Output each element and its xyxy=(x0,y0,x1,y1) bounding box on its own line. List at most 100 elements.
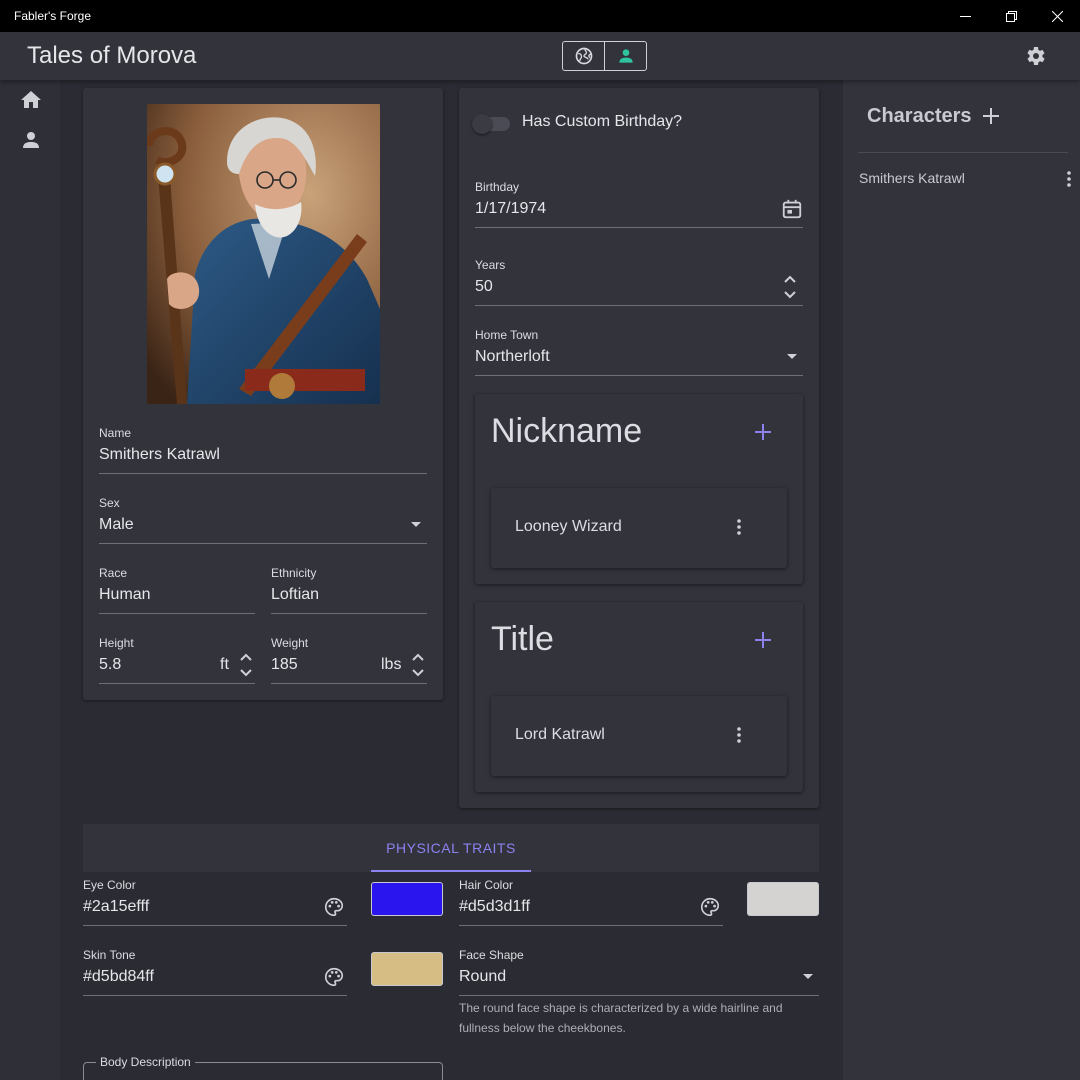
field-underline xyxy=(99,613,255,614)
field-underline xyxy=(99,543,427,544)
sex-label: Sex xyxy=(99,496,120,510)
field-underline xyxy=(475,227,803,228)
more-vert-icon[interactable] xyxy=(729,725,749,745)
face-shape-select[interactable]: Face Shape Round xyxy=(459,948,819,996)
field-underline xyxy=(475,375,803,376)
sidebar-divider xyxy=(858,152,1068,153)
hometown-value: Northerloft xyxy=(475,348,550,365)
window-titlebar: Fabler's Forge xyxy=(0,0,1080,32)
height-unit: ft xyxy=(220,656,229,673)
birthday-field[interactable]: Birthday 1/17/1974 xyxy=(475,180,803,228)
race-value: Human xyxy=(99,586,151,603)
switch-thumb xyxy=(472,114,492,134)
birthday-label: Birthday xyxy=(475,180,520,194)
dropdown-arrow-icon xyxy=(787,354,797,359)
person-icon xyxy=(618,49,633,63)
close-button[interactable] xyxy=(1034,0,1080,32)
tab-physical-traits[interactable]: PHYSICAL TRAITS xyxy=(371,824,531,872)
name-label: Name xyxy=(99,426,132,440)
weight-field[interactable]: Weight 185 lbs xyxy=(271,636,427,684)
ethnicity-field[interactable]: Ethnicity Loftian xyxy=(271,566,427,614)
add-character-button[interactable] xyxy=(980,105,1002,127)
minimize-icon xyxy=(959,15,971,17)
name-field[interactable]: Name Smithers Katrawl xyxy=(99,426,427,474)
person-icon[interactable] xyxy=(19,128,43,152)
nav-rail xyxy=(0,80,60,1080)
characters-title: Characters xyxy=(867,105,972,127)
app-name: Fabler's Forge xyxy=(14,9,91,23)
calendar-icon[interactable] xyxy=(781,198,803,220)
custom-birthday-switch[interactable] xyxy=(472,114,512,134)
field-underline xyxy=(459,995,819,996)
view-toggle-group xyxy=(562,41,647,71)
close-icon xyxy=(1051,10,1063,22)
home-icon[interactable] xyxy=(19,88,43,112)
dropdown-arrow-icon xyxy=(803,974,813,979)
height-value: 5.8 xyxy=(99,656,122,673)
race-field[interactable]: Race Human xyxy=(99,566,255,614)
years-label: Years xyxy=(475,258,506,272)
field-underline xyxy=(271,683,427,684)
portrait-image xyxy=(147,104,380,404)
name-value: Smithers Katrawl xyxy=(99,446,220,463)
palette-icon[interactable] xyxy=(699,896,721,918)
field-underline xyxy=(99,683,255,684)
face-shape-value: Round xyxy=(459,968,507,985)
character-view-toggle[interactable] xyxy=(604,42,646,70)
restore-button[interactable] xyxy=(988,0,1034,32)
restore-icon xyxy=(1005,10,1017,22)
body-description-label: Body Description xyxy=(96,1055,195,1069)
world-view-toggle[interactable] xyxy=(563,42,604,70)
height-field[interactable]: Height 5.8 ft xyxy=(99,636,255,684)
weight-label: Weight xyxy=(271,636,309,650)
add-title-button[interactable] xyxy=(752,629,774,651)
character-portrait[interactable] xyxy=(147,104,380,404)
hometown-label: Home Town xyxy=(475,328,539,342)
birthday-value: 1/17/1974 xyxy=(475,200,547,217)
sex-select[interactable]: Sex Male xyxy=(99,496,427,544)
face-shape-description: The round face shape is characterized by… xyxy=(459,1001,783,1035)
field-underline xyxy=(99,473,427,474)
dropdown-arrow-icon xyxy=(411,522,421,527)
field-underline xyxy=(459,925,723,926)
add-nickname-button[interactable] xyxy=(752,421,774,443)
sex-value: Male xyxy=(99,516,134,533)
title-item[interactable]: Lord Katrawl xyxy=(491,696,787,776)
hair-color-swatch[interactable] xyxy=(747,882,819,916)
height-label: Height xyxy=(99,636,134,650)
years-field[interactable]: Years 50 xyxy=(475,258,803,306)
title-section: Title Lord Katrawl xyxy=(475,602,803,792)
palette-icon[interactable] xyxy=(323,966,345,988)
stepper-arrows-icon[interactable] xyxy=(411,652,425,678)
custom-birthday-label: Has Custom Birthday? xyxy=(522,113,683,130)
minimize-button[interactable] xyxy=(942,0,988,32)
sidebar-item-character[interactable]: Smithers Katrawl xyxy=(859,170,965,186)
more-vert-icon[interactable] xyxy=(729,517,749,537)
eye-color-label: Eye Color xyxy=(83,878,136,892)
palette-icon[interactable] xyxy=(323,896,345,918)
eye-color-field[interactable]: Eye Color #2a15efff xyxy=(83,878,347,926)
stepper-arrows-icon[interactable] xyxy=(783,274,797,300)
field-underline xyxy=(83,995,347,996)
nickname-section: Nickname Looney Wizard xyxy=(475,394,803,584)
nickname-item[interactable]: Looney Wizard xyxy=(491,488,787,568)
face-shape-label: Face Shape xyxy=(459,948,524,962)
weight-value: 185 xyxy=(271,656,298,673)
race-label: Race xyxy=(99,566,128,580)
gear-icon[interactable] xyxy=(1023,44,1047,68)
body-description-field[interactable]: Body Description xyxy=(83,1055,443,1080)
more-vert-icon[interactable] xyxy=(1059,169,1079,189)
skin-tone-swatch[interactable] xyxy=(371,952,443,986)
years-value: 50 xyxy=(475,278,493,295)
hometown-select[interactable]: Home Town Northerloft xyxy=(475,328,803,376)
ethnicity-label: Ethnicity xyxy=(271,566,317,580)
skin-tone-label: Skin Tone xyxy=(83,948,136,962)
eye-color-swatch[interactable] xyxy=(371,882,443,916)
skin-tone-field[interactable]: Skin Tone #d5bd84ff xyxy=(83,948,347,996)
eye-color-value: #2a15efff xyxy=(83,898,150,915)
hair-color-field[interactable]: Hair Color #d5d3d1ff xyxy=(459,878,723,926)
stepper-arrows-icon[interactable] xyxy=(239,652,253,678)
hair-color-value: #d5d3d1ff xyxy=(459,898,530,915)
globe-icon xyxy=(575,47,592,65)
title-item-label: Lord Katrawl xyxy=(515,726,605,743)
